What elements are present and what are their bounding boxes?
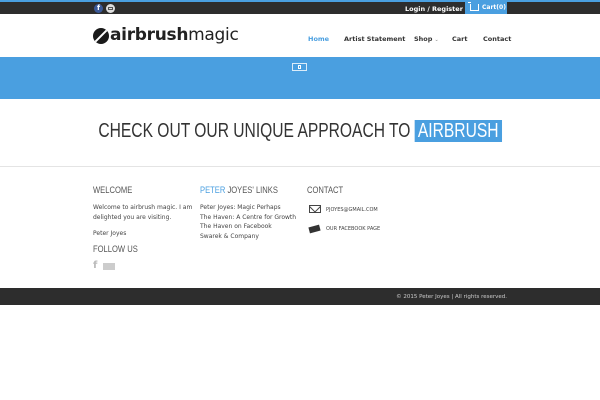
cart-icon (468, 2, 479, 11)
logo-light-text: magic (188, 25, 239, 45)
envelope-icon (309, 205, 321, 213)
facebook-icon[interactable]: f (93, 261, 97, 271)
tagline-highlight: AIRBRUSH (414, 120, 502, 142)
contact-email[interactable]: PJOYES@GMAIL.COM (326, 207, 378, 214)
nav-home[interactable]: Home (308, 34, 329, 44)
contact-facebook-link[interactable]: OUR FACEBOOK PAGE (326, 226, 380, 233)
email-icon[interactable] (103, 263, 115, 270)
links-heading-accent: PETER (200, 185, 226, 196)
nav-contact[interactable]: Contact (483, 34, 511, 44)
site-header: airbrushmagic Home Artist Statement Shop… (0, 14, 600, 57)
tagline-text: CHECK OUT OUR UNIQUE APPROACH TO (98, 120, 411, 142)
welcome-signature: Peter Joyes (93, 230, 127, 237)
link-magic-perhaps[interactable]: Peter Joyes: Magic Perhaps (200, 203, 281, 213)
bottom-bar: © 2015 Peter Joyes | All rights reserved… (0, 288, 600, 305)
welcome-text: Welcome to airbrush magic. I am delighte… (93, 204, 193, 221)
footer: WELCOME Welcome to airbrush magic. I am … (0, 167, 600, 288)
slider-pause-icon[interactable] (292, 63, 307, 71)
nav-shop-label: Shop (414, 35, 433, 43)
nav-shop[interactable]: Shop ⌄ (414, 34, 439, 45)
link-swarek-company[interactable]: Swarek & Company (200, 232, 259, 242)
tagline: CHECK OUT OUR UNIQUE APPROACH TO AIRBRUS… (66, 118, 534, 144)
copyright-text: © 2015 Peter Joyes | All rights reserved… (396, 294, 507, 300)
facebook-icon[interactable]: f (94, 4, 103, 13)
contact-heading: CONTACT (307, 185, 344, 196)
welcome-heading: WELCOME (93, 185, 133, 196)
logo-mark-icon[interactable] (93, 28, 109, 44)
cart-label: Cart(0) (482, 4, 506, 11)
nav-cart[interactable]: Cart (452, 34, 467, 44)
hero-slider (0, 57, 600, 99)
links-heading: PETER JOYES' LINKS (200, 185, 278, 197)
email-icon[interactable] (106, 4, 115, 13)
facebook-page-icon (308, 224, 321, 234)
logo-bold-text: airbrush (110, 25, 189, 45)
nav-artist-statement[interactable]: Artist Statement (344, 34, 405, 44)
chevron-down-icon: ⌄ (434, 37, 439, 43)
top-bar: f Login / Register (0, 0, 600, 14)
link-haven-facebook[interactable]: The Haven on Facebook (200, 222, 272, 232)
links-heading-rest: JOYES' LINKS (227, 185, 278, 196)
link-the-haven[interactable]: The Haven: A Centre for Growth (200, 213, 296, 223)
follow-heading: FOLLOW US (93, 244, 138, 255)
site-logo[interactable]: airbrushmagic (110, 24, 239, 46)
